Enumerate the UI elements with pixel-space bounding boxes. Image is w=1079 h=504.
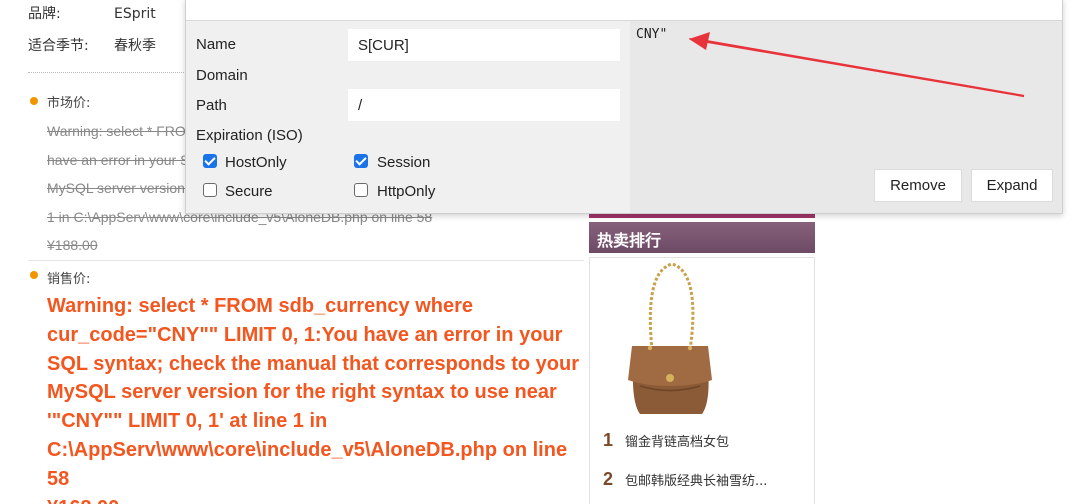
name-label: Name — [196, 36, 237, 53]
brand-value: ESprit — [114, 6, 156, 22]
sale-warning-line: C:\AppServ\www\core\include_v5\AloneDB.p… — [47, 438, 568, 461]
sale-warning-line: 58 — [47, 467, 70, 490]
popup-header — [186, 0, 1062, 21]
rank-number: 1 — [603, 430, 614, 450]
sale-price-warning: Warning: select * FROM sdb_currency wher… — [47, 292, 592, 504]
market-price-bullet-icon — [30, 97, 38, 105]
sale-warning-line: MySQL server version for the right synta… — [47, 381, 557, 404]
session-checkbox[interactable] — [354, 154, 368, 168]
cookie-value-panel[interactable]: CNY" Remove Expand — [630, 21, 1062, 213]
season-row: 适合季节: 春秋季 — [28, 35, 156, 55]
season-label: 适合季节: — [28, 38, 89, 54]
hostonly-checkbox[interactable] — [203, 154, 217, 168]
rank-item-name[interactable]: 镏金背链高档女包 — [625, 435, 729, 450]
rank-item[interactable]: 2 包邮韩版经典长袖雪纺... — [603, 469, 767, 490]
session-label[interactable]: Session — [377, 154, 430, 171]
httponly-label[interactable]: HttpOnly — [377, 183, 435, 200]
hot-sales-title: 热卖排行 — [597, 231, 662, 250]
secure-label[interactable]: Secure — [225, 183, 273, 200]
domain-label: Domain — [196, 67, 248, 84]
sale-price-value: ¥168.00 — [47, 494, 592, 504]
hot-sales-header: 热卖排行 — [589, 222, 815, 253]
sale-warning-line: cur_code="CNY"" LIMIT 0, 1:You have an e… — [47, 323, 563, 346]
path-input[interactable] — [348, 89, 620, 121]
rank-item[interactable]: 1 镏金背链高档女包 — [603, 430, 729, 451]
expiration-label: Expiration (ISO) — [196, 127, 303, 144]
sale-price-bullet-icon — [30, 271, 38, 279]
secure-checkbox[interactable] — [203, 183, 217, 197]
name-input[interactable] — [348, 29, 620, 61]
rank-item-name[interactable]: 包邮韩版经典长袖雪纺... — [625, 474, 767, 489]
cookie-fields-panel: Name Domain Path Expiration (ISO) HostOn… — [186, 21, 630, 213]
section-divider — [28, 260, 584, 261]
market-price-label: 市场价: — [47, 96, 91, 111]
season-value: 春秋季 — [114, 38, 156, 54]
sale-warning-line: SQL syntax; check the manual that corres… — [47, 352, 579, 375]
remove-button[interactable]: Remove — [874, 169, 962, 202]
cookie-editor-popup: Name Domain Path Expiration (ISO) HostOn… — [185, 0, 1063, 214]
market-price-value: ¥188.00 — [47, 237, 98, 253]
path-label: Path — [196, 97, 227, 114]
handbag-image[interactable] — [620, 258, 720, 422]
rank-number: 2 — [603, 469, 614, 489]
brand-row: 品牌: ESprit — [28, 3, 156, 23]
sale-warning-line: Warning: select * FROM sdb_currency wher… — [47, 295, 474, 317]
cookie-value-text[interactable]: CNY" — [636, 27, 667, 42]
brand-label: 品牌: — [28, 6, 61, 22]
sale-price-label: 销售价: — [47, 272, 91, 287]
hostonly-label[interactable]: HostOnly — [225, 154, 287, 171]
expand-button[interactable]: Expand — [971, 169, 1053, 202]
sale-warning-line: '"CNY"" LIMIT 0, 1' at line 1 in — [47, 410, 328, 433]
httponly-checkbox[interactable] — [354, 183, 368, 197]
